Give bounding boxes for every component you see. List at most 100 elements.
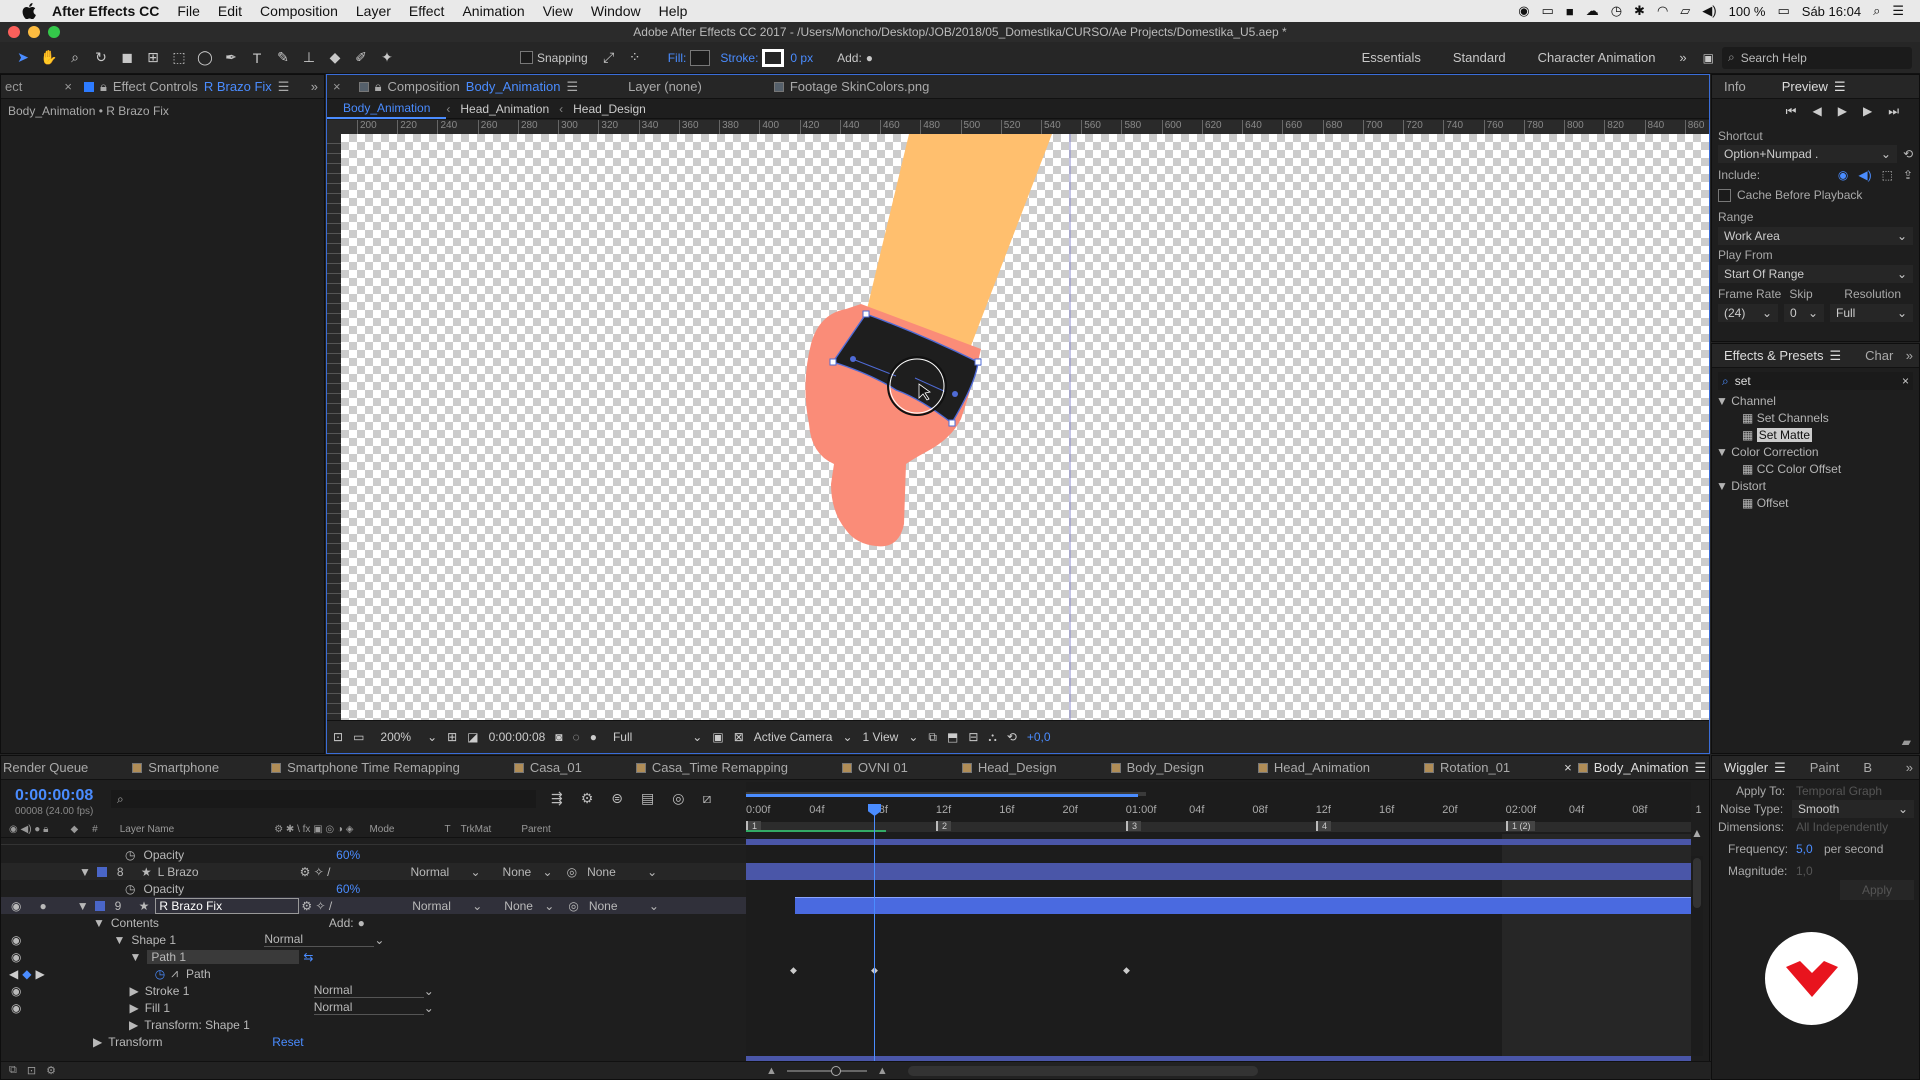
previous-frame-icon[interactable]: ◀︎: [1812, 104, 1821, 119]
expand-switches-icon[interactable]: ⧉: [9, 1064, 17, 1077]
dimensions-dropdown[interactable]: All Independently: [1796, 820, 1888, 834]
battery-icon[interactable]: ▭: [1777, 3, 1789, 19]
vertex-handle[interactable]: [974, 358, 982, 366]
path-property-row[interactable]: ◀ ◆ ▶ ◷ ⩘ Path: [1, 965, 746, 982]
comp-tab-smartphone[interactable]: Smartphone: [120, 760, 231, 775]
extension-icon[interactable]: ■: [1566, 4, 1574, 19]
airplay-icon[interactable]: ▱: [1680, 3, 1690, 19]
comp-tab-head-animation[interactable]: Head_Animation: [1246, 760, 1382, 775]
contents-row[interactable]: ▼ Contents Add: ●: [1, 914, 746, 931]
preview-menu-icon[interactable]: ☰: [1834, 79, 1846, 95]
chevron-down-icon[interactable]: ⌄: [427, 730, 437, 744]
apply-button[interactable]: Apply: [1840, 880, 1914, 900]
layer-bar-l-brazo[interactable]: [746, 863, 1691, 880]
layer-name-rename-field[interactable]: R Brazo Fix: [155, 897, 300, 914]
effect-controls-tab[interactable]: 🔒︎ Effect Controls R Brazo Fix ☰: [72, 79, 302, 95]
timeline-horizontal-scrollbar[interactable]: [907, 1065, 1258, 1076]
chevron-down-icon[interactable]: ⌄: [842, 730, 852, 744]
show-snapshot-icon[interactable]: ◌: [573, 730, 580, 744]
shape-1-row[interactable]: ◉ ▼ Shape 1 Normal ⌄: [1, 931, 746, 948]
group-distort[interactable]: ▼ Distort: [1716, 479, 1766, 493]
time-machine-icon[interactable]: ◷: [1611, 3, 1622, 19]
search-help-box[interactable]: ⌕ Search Help: [1722, 46, 1912, 69]
column-mode[interactable]: Mode: [369, 824, 394, 835]
comp-mini-flowchart-icon[interactable]: ⇶: [551, 790, 563, 807]
fill-1-row[interactable]: ◉ ▶ Fill 1 Normal ⌄: [1, 999, 746, 1016]
bezier-handle-point[interactable]: [850, 356, 856, 362]
flow-head-animation[interactable]: Head_Animation: [450, 102, 559, 116]
next-keyframe-icon[interactable]: ▶: [35, 967, 44, 981]
transparency-grid-icon[interactable]: ⊠: [734, 730, 744, 744]
layer-parent-dropdown[interactable]: None: [589, 899, 649, 913]
stroke-swatch[interactable]: [762, 48, 785, 67]
layer-trkmat-dropdown[interactable]: None: [504, 899, 544, 913]
first-frame-icon[interactable]: ⏮: [1786, 104, 1797, 119]
fill-swatch[interactable]: [690, 49, 711, 66]
pick-whip-icon[interactable]: ◎: [567, 865, 577, 879]
comp-tab-head-design[interactable]: Head_Design: [950, 760, 1069, 775]
chevron-down-icon[interactable]: ⌄: [424, 1001, 434, 1015]
comp-tab-smartphone-time-remapping[interactable]: Smartphone Time Remapping: [259, 760, 472, 775]
comp-marker[interactable]: 1 (2): [1506, 821, 1535, 831]
transform-row[interactable]: ▶ Transform Reset: [1, 1033, 746, 1050]
flow-head-design[interactable]: Head_Design: [563, 102, 656, 116]
hide-shy-layers-icon[interactable]: ⊜: [611, 790, 623, 807]
layer-mode-dropdown[interactable]: Normal: [412, 899, 472, 913]
effects-presets-tab[interactable]: Effects & Presets ☰: [1712, 348, 1853, 364]
comp-panel-menu-icon[interactable]: ☰: [566, 79, 578, 95]
pan-behind-tool-icon[interactable]: ⊞: [140, 45, 166, 71]
snap-edges-icon[interactable]: ⤢: [596, 45, 622, 71]
time-zoom-slider-thumb[interactable]: [830, 1065, 841, 1076]
spotlight-icon[interactable]: ⌕: [1873, 3, 1880, 19]
chevron-down-icon[interactable]: ⌄: [544, 899, 554, 913]
stopwatch-active-icon[interactable]: ◷: [155, 967, 165, 981]
zoom-out-time-icon[interactable]: ▲: [766, 1065, 777, 1077]
close-comp-tab-icon[interactable]: ×: [327, 79, 347, 94]
expand-triangle-icon[interactable]: ▼: [113, 933, 125, 947]
stopwatch-icon[interactable]: ◷: [125, 848, 135, 862]
frame-rate-dropdown[interactable]: (24) ⌄: [1718, 304, 1778, 322]
selection-tool-icon[interactable]: ➤: [10, 45, 36, 71]
layer-label-swatch[interactable]: [96, 866, 107, 877]
effects-search-input[interactable]: set: [1735, 374, 1896, 388]
apple-icon[interactable]: [16, 3, 42, 19]
next-frame-icon[interactable]: ▶︎: [1863, 104, 1872, 119]
shortcut-dropdown[interactable]: Option+Numpad . ⌄: [1718, 145, 1897, 163]
layer-switches-icon[interactable]: ⚙ ✧ /: [301, 899, 332, 913]
current-time-display[interactable]: 0:00:00:08: [489, 730, 546, 744]
minimize-window-button[interactable]: [28, 26, 40, 38]
external-video-icon[interactable]: ⇪: [1903, 168, 1913, 182]
comp-tab-rotation-01[interactable]: Rotation_01: [1412, 760, 1522, 775]
rect-mask-tool-icon[interactable]: ⬚: [166, 45, 192, 71]
opacity-value[interactable]: 60%: [336, 882, 360, 896]
vertex-handle[interactable]: [862, 310, 870, 318]
time-zoom-slider[interactable]: [786, 1065, 867, 1076]
workspace-standard[interactable]: Standard: [1453, 50, 1506, 65]
fill-1-composite-mode[interactable]: Normal: [313, 1000, 424, 1015]
hand-tool-icon[interactable]: ✋: [36, 45, 62, 71]
stroke-1-row[interactable]: ◉ ▶ Stroke 1 Normal ⌄: [1, 982, 746, 999]
views-dropdown[interactable]: 1 View: [863, 730, 899, 744]
effect-offset[interactable]: ▦ Offset: [1742, 496, 1788, 510]
video-toggle-icon[interactable]: ◉: [11, 933, 21, 947]
stroke-width[interactable]: 0 px: [790, 51, 813, 65]
safe-margins-icon[interactable]: ⊞: [447, 730, 457, 744]
menu-effect[interactable]: Effect: [400, 3, 454, 19]
motion-blur-icon[interactable]: ◎: [672, 790, 684, 807]
zoom-tool-icon[interactable]: ⌕: [62, 45, 88, 71]
cache-before-playback-checkbox[interactable]: [1718, 188, 1731, 202]
prev-keyframe-icon[interactable]: ◀: [9, 967, 18, 981]
bluetooth-icon[interactable]: ✱: [1634, 3, 1645, 19]
workspace-character-animation[interactable]: Character Animation: [1538, 50, 1656, 65]
pick-whip-icon[interactable]: ◎: [568, 899, 578, 913]
close-tab-icon[interactable]: ×: [64, 79, 72, 94]
roto-brush-tool-icon[interactable]: ✐: [348, 45, 374, 71]
add-menu-icon[interactable]: ●: [866, 51, 873, 65]
video-toggle-icon[interactable]: ◉: [11, 1001, 21, 1015]
layer-parent-dropdown[interactable]: None: [587, 865, 647, 879]
collapse-triangle-icon[interactable]: ▶: [129, 1018, 138, 1032]
chevron-down-icon[interactable]: ⌄: [647, 865, 657, 879]
menu-layer[interactable]: Layer: [347, 3, 400, 19]
play-from-dropdown[interactable]: Start Of Range ⌄: [1718, 265, 1913, 283]
chevron-down-icon[interactable]: ⌄: [908, 730, 918, 744]
